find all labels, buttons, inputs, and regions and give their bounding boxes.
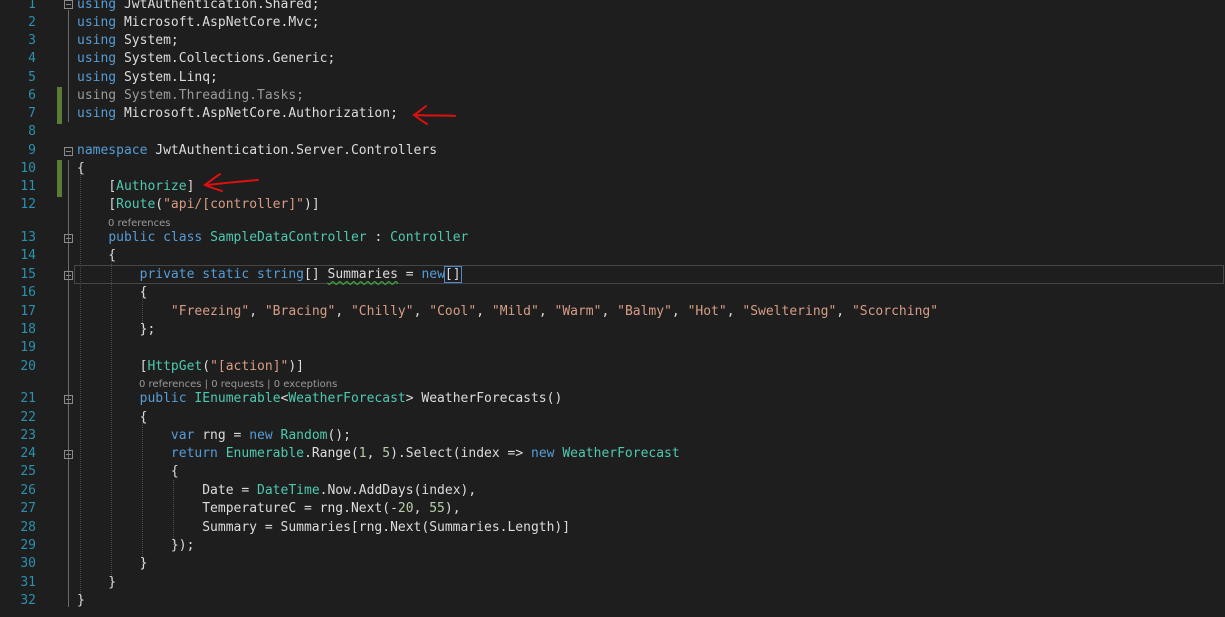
line-number: 19	[20, 340, 36, 355]
line-number: 7	[28, 106, 36, 121]
code-line[interactable]: 2 using Microsoft.AspNetCore.Mvc;	[0, 14, 1225, 32]
line-number: 11	[20, 179, 36, 194]
code-text: private static string[] Summaries = new[…	[139, 266, 462, 283]
line-number: 31	[20, 575, 36, 590]
code-line[interactable]: 11 [Authorize]	[0, 178, 1225, 196]
code-text: using Microsoft.AspNetCore.Mvc;	[77, 15, 320, 30]
code-line[interactable]: 24 return Enumerable.Range(1, 5).Select(…	[0, 445, 1225, 463]
code-line[interactable]: 18 };	[0, 321, 1225, 339]
line-number: 30	[20, 556, 36, 571]
code-text: Date = DateTime.Now.AddDays(index),	[202, 483, 477, 498]
line-number: 28	[20, 520, 36, 535]
code-line[interactable]: 6 using System.Threading.Tasks;	[0, 87, 1225, 105]
code-line[interactable]: 31 }	[0, 574, 1225, 592]
line-number: 6	[28, 88, 36, 103]
code-text: Summary = Summaries[rng.Next(Summaries.L…	[77, 520, 571, 535]
code-text-unused: using System.Threading.Tasks;	[77, 88, 304, 103]
code-line[interactable]: 21 public IEnumerable<WeatherForecast> W…	[0, 390, 1225, 408]
line-number: 24	[20, 446, 36, 461]
code-line[interactable]: 1 using JwtAuthentication.Shared;	[0, 0, 1225, 14]
line-number: 21	[20, 391, 36, 406]
line-number: 22	[20, 410, 36, 425]
code-text: "Freezing", "Bracing", "Chilly", "Cool",…	[170, 304, 939, 319]
line-number: 14	[20, 248, 36, 263]
code-text: TemperatureC = rng.Next(-20, 55),	[202, 501, 461, 516]
code-text: namespace JwtAuthentication.Server.Contr…	[77, 143, 438, 158]
code-line[interactable]: 12 [Route("api/[controller]")]	[0, 196, 1225, 214]
code-text: }	[77, 556, 148, 571]
line-number: 8	[28, 124, 36, 139]
line-number: 17	[20, 304, 36, 319]
code-text: [Route("api/[controller]")]	[108, 197, 320, 212]
code-line[interactable]: 7 using Microsoft.AspNetCore.Authorizati…	[0, 105, 1225, 123]
code-text: {	[77, 285, 148, 300]
code-text: {	[77, 161, 85, 176]
code-editor[interactable]: 1 using JwtAuthentication.Shared; 2 usin…	[0, 0, 1225, 617]
code-text: {	[77, 464, 179, 479]
code-line[interactable]: 9 namespace JwtAuthentication.Server.Con…	[0, 142, 1225, 160]
line-number: 15	[20, 267, 36, 282]
code-line[interactable]: 32 }	[0, 592, 1225, 610]
code-text: public IEnumerable<WeatherForecast> Weat…	[139, 391, 563, 406]
red-arrow-annotation-icon	[412, 105, 456, 125]
code-line[interactable]: 22 {	[0, 409, 1225, 427]
line-number: 32	[20, 593, 36, 608]
code-line[interactable]: 10 {	[0, 160, 1225, 178]
code-line[interactable]: 29 });	[0, 537, 1225, 555]
code-text: }	[77, 593, 85, 608]
line-number: 29	[20, 538, 36, 553]
red-arrow-annotation-icon	[202, 173, 259, 192]
code-text: {	[77, 410, 148, 425]
code-line[interactable]: 13 public class SampleDataController : C…	[0, 229, 1225, 247]
code-line[interactable]: 28 Summary = Summaries[rng.Next(Summarie…	[0, 519, 1225, 537]
code-text: var rng = new Random();	[170, 428, 351, 443]
line-number: 20	[20, 359, 36, 374]
line-number: 27	[20, 501, 36, 516]
code-text: [HttpGet("[action]")]	[139, 359, 305, 374]
line-number: 25	[20, 464, 36, 479]
code-text: });	[77, 538, 195, 553]
line-number: 9	[28, 143, 36, 158]
code-text: {	[77, 248, 117, 263]
line-number: 26	[20, 483, 36, 498]
line-number: 16	[20, 285, 36, 300]
code-line[interactable]: 26 Date = DateTime.Now.AddDays(index),	[0, 482, 1225, 500]
line-number: 12	[20, 197, 36, 212]
line-number: 23	[20, 428, 36, 443]
code-text: }	[77, 575, 117, 590]
line-number: 4	[28, 51, 36, 66]
code-line[interactable]: 16 {	[0, 284, 1225, 302]
code-text: return Enumerable.Range(1, 5).Select(ind…	[170, 446, 680, 461]
code-line[interactable]: 19	[0, 339, 1225, 357]
code-line[interactable]: 27 TemperatureC = rng.Next(-20, 55),	[0, 500, 1225, 518]
code-text: public class SampleDataController : Cont…	[108, 230, 469, 245]
code-text: using JwtAuthentication.Shared;	[77, 0, 320, 12]
line-number: 3	[28, 33, 36, 48]
line-number: 5	[28, 70, 36, 85]
code-line[interactable]: 3 using System;	[0, 32, 1225, 50]
line-number: 18	[20, 322, 36, 337]
code-line[interactable]: 5 using System.Linq;	[0, 69, 1225, 87]
code-text: using Microsoft.AspNetCore.Authorization…	[77, 106, 398, 121]
code-line[interactable]: 23 var rng = new Random();	[0, 427, 1225, 445]
code-text: [Authorize]	[108, 179, 195, 194]
code-line[interactable]: 14 {	[0, 247, 1225, 265]
code-text: using System;	[77, 33, 179, 48]
code-line[interactable]: 25 {	[0, 463, 1225, 481]
code-line[interactable]: 8	[0, 123, 1225, 141]
line-number: 1	[28, 0, 36, 12]
line-number: 10	[20, 161, 36, 176]
code-line[interactable]: 20 [HttpGet("[action]")]	[0, 358, 1225, 376]
line-number: 2	[28, 15, 36, 30]
code-line[interactable]: 30 }	[0, 555, 1225, 573]
code-line[interactable]: 17 "Freezing", "Bracing", "Chilly", "Coo…	[0, 303, 1225, 321]
code-text: using System.Collections.Generic;	[77, 51, 336, 66]
code-line[interactable]: 15 private static string[] Summaries = n…	[0, 266, 1225, 284]
code-text: using System.Linq;	[77, 70, 218, 85]
code-text: };	[77, 322, 156, 337]
code-line[interactable]: 4 using System.Collections.Generic;	[0, 50, 1225, 68]
line-number: 13	[20, 230, 36, 245]
